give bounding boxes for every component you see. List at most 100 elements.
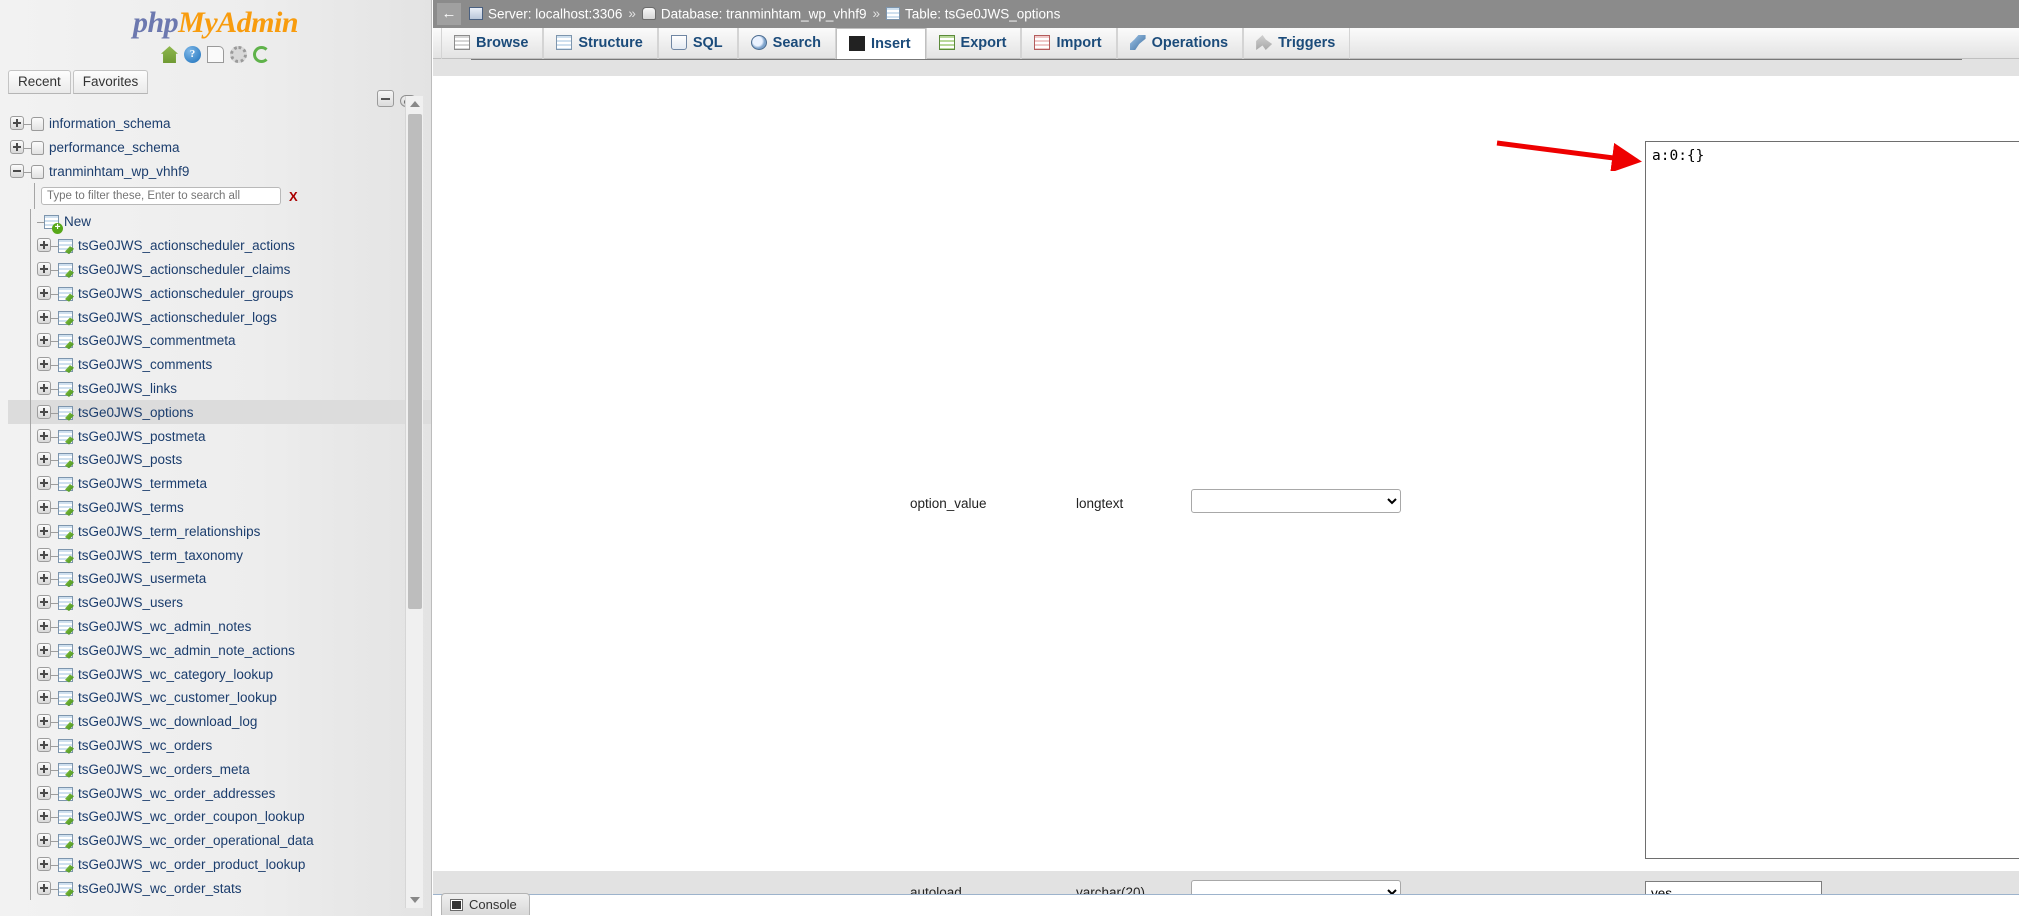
expand-node-icon[interactable] xyxy=(37,737,51,752)
value-textarea-option-value[interactable] xyxy=(1645,141,2019,859)
breadcrumb-server[interactable]: Server: localhost:3306 xyxy=(488,6,622,21)
expand-node-icon[interactable] xyxy=(37,380,51,395)
tree-table-tsGe0JWS_wc_order_addresses[interactable]: tsGe0JWS_wc_order_addresses xyxy=(8,780,431,805)
expand-node-icon[interactable] xyxy=(37,309,51,324)
expand-node-icon[interactable] xyxy=(37,261,51,276)
expand-node-icon[interactable] xyxy=(37,880,51,895)
expand-node-icon[interactable] xyxy=(37,285,51,300)
expand-node-icon[interactable] xyxy=(37,499,51,514)
tree-database-information_schema[interactable]: information_schema xyxy=(8,112,431,136)
expand-node-icon[interactable] xyxy=(37,428,51,443)
tree-guide-line xyxy=(30,709,31,734)
tree-table-tsGe0JWS_wc_orders_meta[interactable]: tsGe0JWS_wc_orders_meta xyxy=(8,756,431,781)
expand-node-icon[interactable] xyxy=(37,618,51,633)
tree-table-tsGe0JWS_users[interactable]: tsGe0JWS_users xyxy=(8,590,431,615)
scroll-down-arrow-icon[interactable] xyxy=(410,897,420,903)
tree-table-tsGe0JWS_links[interactable]: tsGe0JWS_links xyxy=(8,375,431,400)
tab-export[interactable]: Export xyxy=(925,28,1022,59)
tree-table-tsGe0JWS_wc_order_coupon_lookup[interactable]: tsGe0JWS_wc_order_coupon_lookup xyxy=(8,804,431,829)
tree-table-tsGe0JWS_comments[interactable]: tsGe0JWS_comments xyxy=(8,352,431,377)
breadcrumb-database[interactable]: Database: tranminhtam_wp_vhhf9 xyxy=(661,6,867,21)
tree-table-tsGe0JWS_wc_category_lookup[interactable]: tsGe0JWS_wc_category_lookup xyxy=(8,661,431,686)
tree-table-tsGe0JWS_terms[interactable]: tsGe0JWS_terms xyxy=(8,494,431,519)
tab-search[interactable]: Search xyxy=(737,28,837,59)
function-select-option-value[interactable]: ASCIICHARSOUNDEXMD5SHA1UUIDNOWPASSWORD xyxy=(1191,489,1401,513)
tree-table-tsGe0JWS_wc_admin_note_actions[interactable]: tsGe0JWS_wc_admin_note_actions xyxy=(8,637,431,662)
logo-php-text: php xyxy=(132,6,179,39)
console-toggle[interactable]: Console xyxy=(441,893,530,915)
expand-node-icon[interactable] xyxy=(37,452,51,467)
back-button[interactable]: ← xyxy=(437,3,461,26)
documentation-icon[interactable] xyxy=(207,46,224,64)
phpmyadmin-window: phpMyAdmin ? Recent Favorites information… xyxy=(0,0,2019,916)
table-filter-input[interactable] xyxy=(41,187,281,206)
tab-sql[interactable]: SQL xyxy=(657,28,738,59)
tree-table-tsGe0JWS_term_relationships[interactable]: tsGe0JWS_term_relationships xyxy=(8,518,431,543)
expand-node-icon[interactable] xyxy=(37,523,51,538)
help-icon[interactable]: ? xyxy=(184,46,201,64)
tree-table-tsGe0JWS_postmeta[interactable]: tsGe0JWS_postmeta xyxy=(8,423,431,448)
expand-node-icon[interactable] xyxy=(37,809,51,824)
tree-table-tsGe0JWS_wc_order_operational_data[interactable]: tsGe0JWS_wc_order_operational_data xyxy=(8,828,431,853)
tree-node-label: tsGe0JWS_wc_category_lookup xyxy=(78,666,274,682)
expand-node-icon[interactable] xyxy=(37,571,51,586)
expand-node-icon[interactable] xyxy=(37,856,51,871)
expand-node-icon[interactable] xyxy=(10,116,24,130)
settings-icon[interactable] xyxy=(230,46,247,64)
expand-node-icon[interactable] xyxy=(37,714,51,729)
expand-node-icon[interactable] xyxy=(37,785,51,800)
scroll-up-arrow-icon[interactable] xyxy=(410,101,420,107)
tab-import[interactable]: Import xyxy=(1021,28,1117,59)
home-icon[interactable] xyxy=(161,46,178,64)
tree-table-tsGe0JWS_wc_order_tax_lookup[interactable]: tsGe0JWS_wc_order_tax_lookup xyxy=(8,899,431,900)
tree-table-tsGe0JWS_options[interactable]: tsGe0JWS_options xyxy=(8,399,431,424)
tree-table-tsGe0JWS_actionscheduler_groups[interactable]: tsGe0JWS_actionscheduler_groups xyxy=(8,280,431,305)
expand-node-icon[interactable] xyxy=(37,642,51,657)
expand-node-icon[interactable] xyxy=(37,666,51,681)
sidebar-scrollbar-thumb[interactable] xyxy=(408,114,422,609)
tree-table-tsGe0JWS_wc_admin_notes[interactable]: tsGe0JWS_wc_admin_notes xyxy=(8,613,431,638)
tab-browse[interactable]: Browse xyxy=(441,28,544,59)
tab-operations[interactable]: Operations xyxy=(1116,28,1244,59)
expand-node-icon[interactable] xyxy=(37,476,51,491)
expand-node-icon[interactable] xyxy=(37,690,51,705)
expand-node-icon[interactable] xyxy=(37,357,51,372)
expand-node-icon[interactable] xyxy=(37,333,51,348)
expand-node-icon[interactable] xyxy=(37,547,51,562)
tree-table-tsGe0JWS_wc_download_log[interactable]: tsGe0JWS_wc_download_log xyxy=(8,709,431,734)
tab-insert[interactable]: Insert xyxy=(836,28,926,60)
expand-node-icon[interactable] xyxy=(37,761,51,776)
tree-table-tsGe0JWS_termmeta[interactable]: tsGe0JWS_termmeta xyxy=(8,471,431,496)
tree-table-tsGe0JWS_actionscheduler_logs[interactable]: tsGe0JWS_actionscheduler_logs xyxy=(8,304,431,329)
phpmyadmin-logo[interactable]: phpMyAdmin xyxy=(0,0,431,40)
expand-node-icon[interactable] xyxy=(37,404,51,419)
tree-new-table[interactable]: New xyxy=(8,209,431,235)
tree-table-tsGe0JWS_usermeta[interactable]: tsGe0JWS_usermeta xyxy=(8,566,431,591)
tab-structure[interactable]: Structure xyxy=(543,28,658,59)
table-icon xyxy=(58,262,73,277)
tree-table-tsGe0JWS_wc_order_stats[interactable]: tsGe0JWS_wc_order_stats xyxy=(8,875,431,900)
tree-table-tsGe0JWS_wc_orders[interactable]: tsGe0JWS_wc_orders xyxy=(8,732,431,757)
tree-database-tranminhtam_wp_vhhf9[interactable]: tranminhtam_wp_vhhf9 xyxy=(8,160,431,184)
sidebar-scrollbar[interactable] xyxy=(405,96,423,908)
collapse-all-icon[interactable] xyxy=(377,90,394,108)
collapse-node-icon[interactable] xyxy=(10,163,24,178)
tree-table-tsGe0JWS_wc_customer_lookup[interactable]: tsGe0JWS_wc_customer_lookup xyxy=(8,685,431,710)
tree-table-tsGe0JWS_actionscheduler_claims[interactable]: tsGe0JWS_actionscheduler_claims xyxy=(8,256,431,281)
tree-table-tsGe0JWS_commentmeta[interactable]: tsGe0JWS_commentmeta xyxy=(8,328,431,353)
breadcrumb-table[interactable]: Table: tsGe0JWS_options xyxy=(905,6,1060,21)
favorites-tab[interactable]: Favorites xyxy=(72,70,149,94)
expand-node-icon[interactable] xyxy=(10,139,24,154)
clear-filter-button[interactable]: X xyxy=(289,189,298,204)
expand-node-icon[interactable] xyxy=(37,238,51,253)
tree-table-tsGe0JWS_actionscheduler_actions[interactable]: tsGe0JWS_actionscheduler_actions xyxy=(8,233,431,258)
tree-database-performance_schema[interactable]: performance_schema xyxy=(8,136,431,160)
recent-tab[interactable]: Recent xyxy=(8,70,71,94)
tree-table-tsGe0JWS_posts[interactable]: tsGe0JWS_posts xyxy=(8,447,431,472)
expand-node-icon[interactable] xyxy=(37,833,51,848)
expand-node-icon[interactable] xyxy=(37,595,51,610)
tab-triggers[interactable]: Triggers xyxy=(1243,28,1351,59)
reload-icon[interactable] xyxy=(253,46,270,64)
tree-table-tsGe0JWS_wc_order_product_lookup[interactable]: tsGe0JWS_wc_order_product_lookup xyxy=(8,851,431,876)
tree-table-tsGe0JWS_term_taxonomy[interactable]: tsGe0JWS_term_taxonomy xyxy=(8,542,431,567)
